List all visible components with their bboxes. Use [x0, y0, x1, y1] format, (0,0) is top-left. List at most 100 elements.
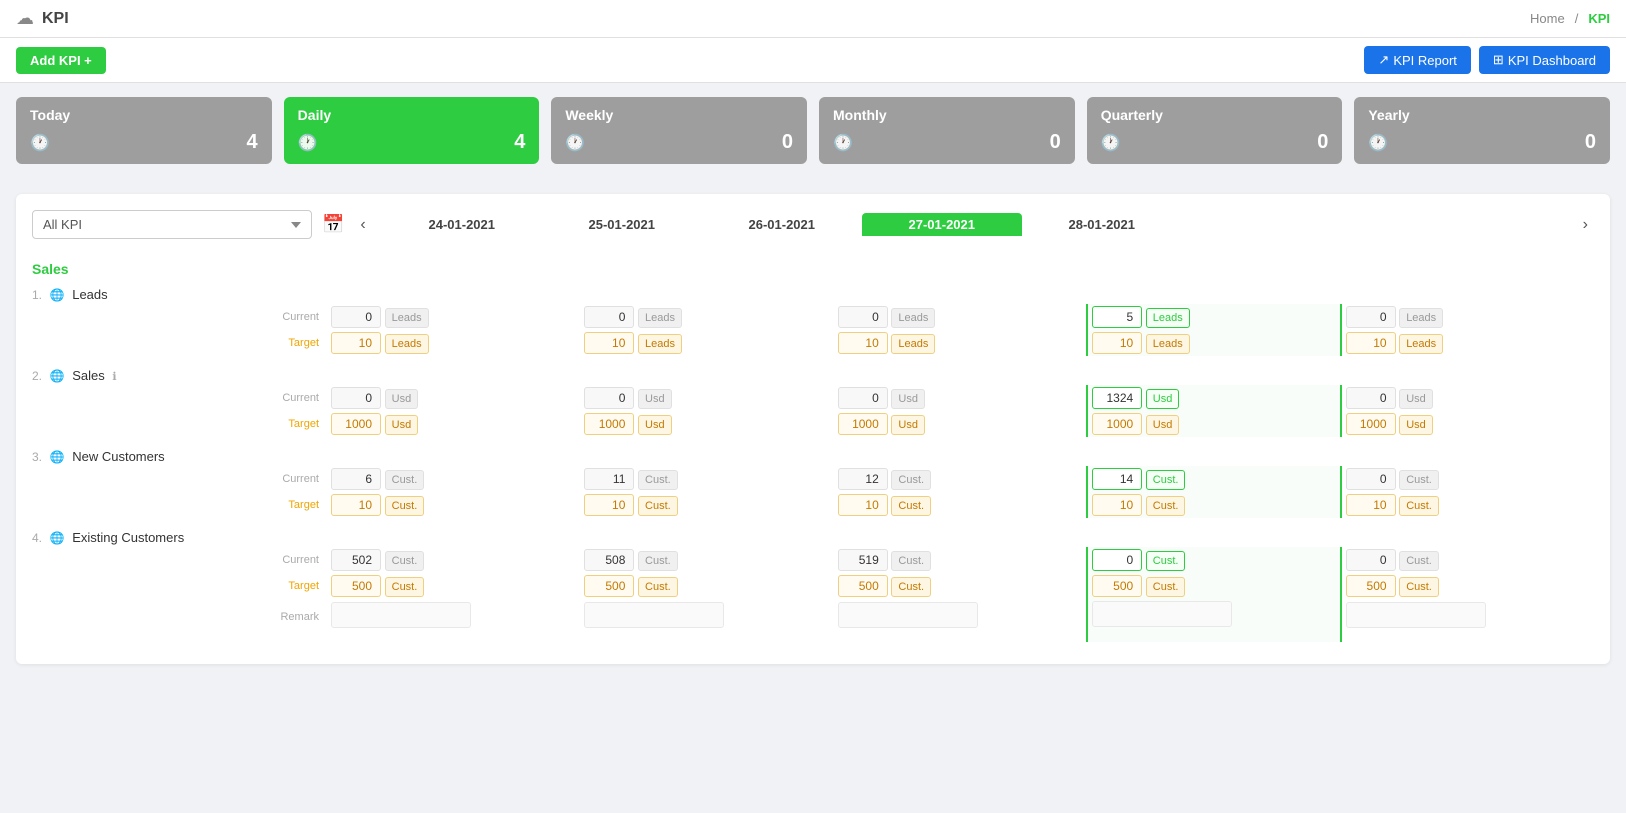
period-card-value: 4	[247, 131, 258, 154]
current-val-0-1[interactable]: 0	[584, 306, 634, 328]
target-val-1-2[interactable]: 1000	[838, 413, 888, 435]
target-val-3-0[interactable]: 500	[331, 575, 381, 597]
current-unit-3-1: Cust.	[638, 551, 678, 571]
date-header-4[interactable]: 28-01-2021	[1022, 213, 1182, 236]
current-val-1-2[interactable]: 0	[838, 387, 888, 409]
current-val-2-2[interactable]: 12	[838, 468, 888, 490]
target-unit-3-0: Cust.	[385, 577, 425, 597]
target-val-3-4[interactable]: 500	[1346, 575, 1396, 597]
remark-cell-3-1	[580, 599, 833, 642]
kpi-name-cell-2: 3. 🌐 New Customers	[32, 443, 272, 466]
current-val-2-1[interactable]: 11	[584, 468, 634, 490]
kpi-name-cell-1: 2. 🌐 Sales ℹ	[32, 362, 272, 385]
current-val-1-3[interactable]: 1324	[1092, 387, 1142, 409]
current-val-3-4[interactable]: 0	[1346, 549, 1396, 571]
breadcrumb-home: Home	[1530, 11, 1565, 26]
current-val-2-3[interactable]: 14	[1092, 468, 1142, 490]
current-cell-3-2: 519 Cust.	[834, 547, 1087, 573]
date-header-3[interactable]: 27-01-2021	[862, 213, 1022, 236]
add-kpi-button[interactable]: Add KPI +	[16, 47, 106, 74]
date-header-1[interactable]: 25-01-2021	[542, 213, 702, 236]
period-card-weekly[interactable]: Weekly 🕐 0	[551, 97, 807, 164]
remark-val-3-2[interactable]	[838, 602, 978, 628]
period-card-today[interactable]: Today 🕐 4	[16, 97, 272, 164]
current-unit-2-2: Cust.	[891, 470, 931, 490]
current-unit-3-0: Cust.	[385, 551, 425, 571]
kpi-number: 1.	[32, 288, 42, 302]
period-card-title: Daily	[298, 107, 526, 123]
current-unit-1-0: Usd	[385, 389, 419, 409]
target-cell-0-2: 10 Leads	[834, 330, 1087, 356]
target-unit-0-2: Leads	[891, 334, 935, 354]
period-card-monthly[interactable]: Monthly 🕐 0	[819, 97, 1075, 164]
kpi-select[interactable]: All KPI	[32, 210, 312, 239]
current-val-1-4[interactable]: 0	[1346, 387, 1396, 409]
target-val-3-1[interactable]: 500	[584, 575, 634, 597]
section-sales: Sales	[32, 253, 1594, 281]
remark-val-3-1[interactable]	[584, 602, 724, 628]
prev-date-button[interactable]: ‹	[354, 214, 371, 236]
next-date-button[interactable]: ›	[1577, 214, 1594, 236]
current-unit-3-3: Cust.	[1146, 551, 1186, 571]
target-val-3-2[interactable]: 500	[838, 575, 888, 597]
kpi-target-row-2: Target10 Cust.10 Cust.10 Cust.10 Cust.10…	[32, 492, 1594, 518]
toolbar: Add KPI + ↗ KPI Report ⊞ KPI Dashboard	[0, 38, 1626, 83]
current-unit-0-2: Leads	[891, 308, 935, 328]
target-val-3-3[interactable]: 500	[1092, 575, 1142, 597]
section-label: Sales	[32, 253, 1594, 281]
current-val-1-1[interactable]: 0	[584, 387, 634, 409]
target-val-1-3[interactable]: 1000	[1092, 413, 1142, 435]
target-val-1-0[interactable]: 1000	[331, 413, 381, 435]
target-val-0-2[interactable]: 10	[838, 332, 888, 354]
date-header-0[interactable]: 24-01-2021	[382, 213, 542, 236]
target-val-1-4[interactable]: 1000	[1346, 413, 1396, 435]
target-val-2-1[interactable]: 10	[584, 494, 634, 516]
current-val-2-0[interactable]: 6	[331, 468, 381, 490]
kpi-target-row-3: Target500 Cust.500 Cust.500 Cust.500 Cus…	[32, 573, 1594, 599]
target-val-0-0[interactable]: 10	[331, 332, 381, 354]
current-cell-0-2: 0 Leads	[834, 304, 1087, 330]
filter-row: All KPI 📅 ‹ 24-01-202125-01-202126-01-20…	[32, 210, 1594, 239]
remark-label-3: Remark	[272, 599, 327, 642]
target-cell-2-4: 10 Cust.	[1341, 492, 1594, 518]
period-card-daily[interactable]: Daily 🕐 4	[284, 97, 540, 164]
current-val-1-0[interactable]: 0	[331, 387, 381, 409]
period-card-yearly[interactable]: Yearly 🕐 0	[1354, 97, 1610, 164]
calendar-icon[interactable]: 📅	[322, 214, 344, 235]
current-val-0-4[interactable]: 0	[1346, 306, 1396, 328]
target-val-2-3[interactable]: 10	[1092, 494, 1142, 516]
target-cell-0-3: 10 Leads	[1087, 330, 1340, 356]
target-val-2-4[interactable]: 10	[1346, 494, 1396, 516]
current-val-0-0[interactable]: 0	[331, 306, 381, 328]
kpi-report-button[interactable]: ↗ KPI Report	[1364, 46, 1471, 74]
current-val-3-1[interactable]: 508	[584, 549, 634, 571]
breadcrumb: Home / KPI	[1530, 11, 1610, 26]
current-val-0-2[interactable]: 0	[838, 306, 888, 328]
current-val-3-2[interactable]: 519	[838, 549, 888, 571]
globe-icon-0: 🌐	[50, 288, 65, 302]
current-unit-1-4: Usd	[1399, 389, 1433, 409]
target-unit-1-0: Usd	[385, 415, 419, 435]
date-header-2[interactable]: 26-01-2021	[702, 213, 862, 236]
target-val-1-1[interactable]: 1000	[584, 413, 634, 435]
kpi-dashboard-button[interactable]: ⊞ KPI Dashboard	[1479, 46, 1610, 74]
remark-val-3-4[interactable]	[1346, 602, 1486, 628]
target-val-2-2[interactable]: 10	[838, 494, 888, 516]
target-val-0-3[interactable]: 10	[1092, 332, 1142, 354]
info-icon-1: ℹ	[112, 371, 116, 383]
current-val-3-0[interactable]: 502	[331, 549, 381, 571]
target-cell-2-0: 10 Cust.	[327, 492, 580, 518]
period-card-quarterly[interactable]: Quarterly 🕐 0	[1087, 97, 1343, 164]
remark-val-3-3[interactable]	[1092, 601, 1232, 627]
clock-icon: 🕐	[298, 133, 318, 153]
current-cell-1-1: 0 Usd	[580, 385, 833, 411]
cloud-icon: ☁	[16, 8, 34, 29]
target-unit-2-0: Cust.	[385, 496, 425, 516]
current-val-0-3[interactable]: 5	[1092, 306, 1142, 328]
target-val-0-1[interactable]: 10	[584, 332, 634, 354]
target-val-0-4[interactable]: 10	[1346, 332, 1396, 354]
target-val-2-0[interactable]: 10	[331, 494, 381, 516]
current-val-2-4[interactable]: 0	[1346, 468, 1396, 490]
current-val-3-3[interactable]: 0	[1092, 549, 1142, 571]
remark-val-3-0[interactable]	[331, 602, 471, 628]
